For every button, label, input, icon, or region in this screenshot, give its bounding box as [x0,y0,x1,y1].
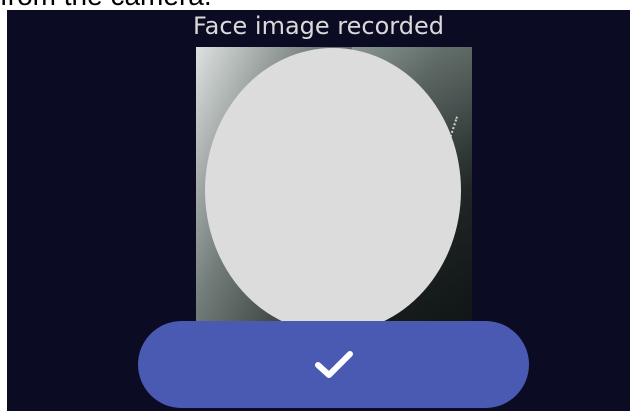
page-caption-strip: from the camera. [0,0,630,10]
screen-title: Face image recorded [193,12,444,40]
face-capture-screen: Face image recorded [7,10,630,411]
page-caption: from the camera. [0,0,212,10]
check-icon [314,350,353,378]
face-privacy-mask [205,48,461,333]
confirm-button[interactable] [138,321,529,408]
